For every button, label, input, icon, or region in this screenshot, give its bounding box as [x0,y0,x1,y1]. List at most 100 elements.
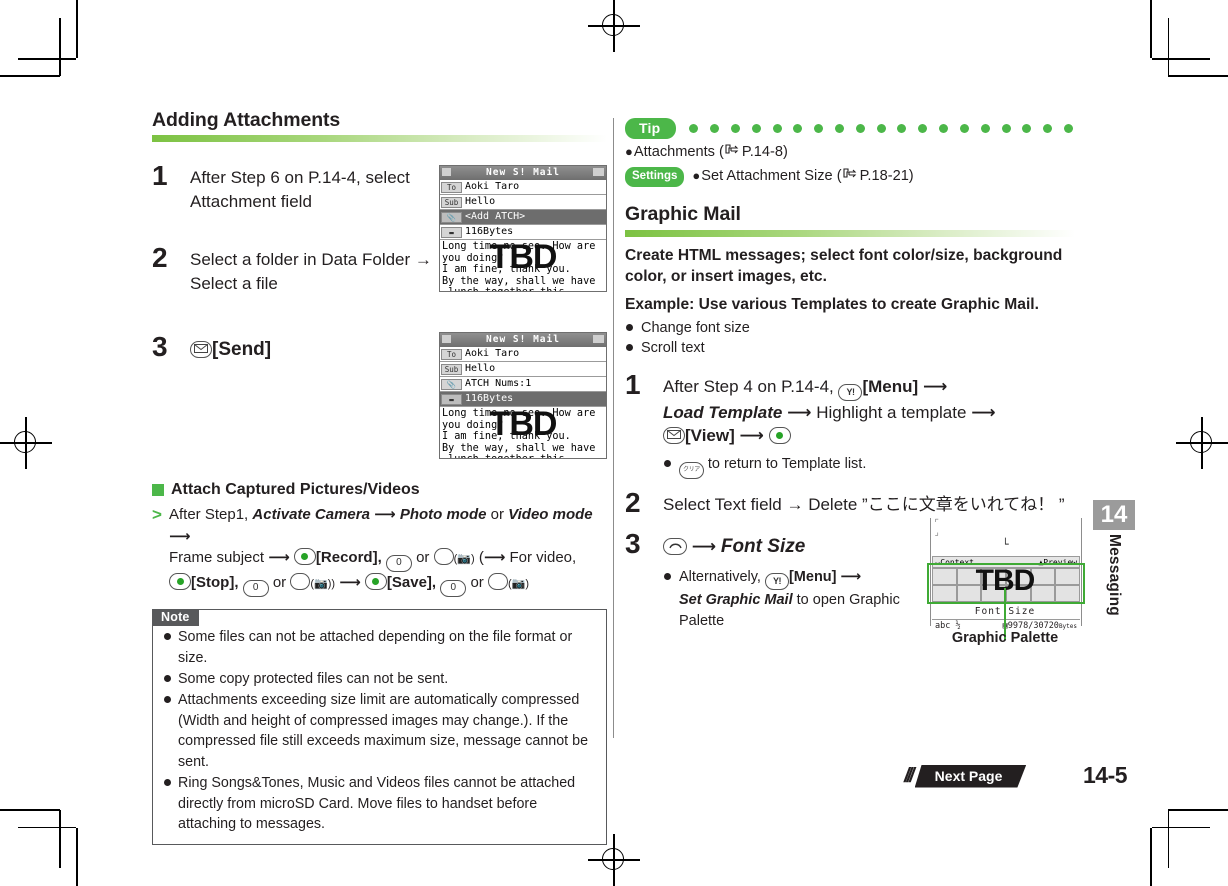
chapter-label: Messaging [1106,534,1123,616]
field-tag: Sub [441,363,462,375]
tip-text: Attachments ( [633,144,724,160]
bullet-icon: ● [692,168,701,184]
crop-mark-top-right-v [1150,0,1152,58]
note-item: Some copy protected files can not be sen… [163,669,596,689]
phone-field-subject: Sub Hello [440,362,606,377]
call-key-icon [663,538,687,556]
center-key-icon [169,573,191,591]
battery-icon [593,335,604,343]
note-item: Some files can not be attached depending… [163,627,596,668]
alt-prefix: Alternatively, [679,569,761,586]
step-number: 3 [625,528,641,560]
proc-or-2: or [416,549,430,567]
column-divider [613,118,614,738]
step-number: 2 [152,242,168,274]
step-number: 2 [625,486,641,518]
step-number: 1 [625,368,641,400]
note-text: to return to Template list. [707,455,867,472]
tip-band: Tip [625,118,1075,139]
camera-icon: (📷)) [310,578,336,591]
phone-field-attachment[interactable]: 📎 <Add ATCH> [440,210,606,225]
field-tag: To [441,348,462,360]
bullet-icon: ● [625,144,633,159]
green-square-icon [152,484,164,497]
crop-mark-bottom-right-v [1150,828,1152,886]
phone-titlebar: New S! Mail [440,166,606,180]
arrow-icon: ⟶ [840,569,862,586]
side-key-icon [433,548,454,566]
section-rule [625,229,1075,237]
proc-video-mode: Video mode [508,506,593,524]
registration-mark-bottom [588,834,640,886]
subsection-procedure: > After Step1, Activate Camera ⟶ Photo m… [152,504,607,598]
crop-mark-top-right-v2 [1167,18,1169,76]
bullet-item: Change font size [625,318,1075,339]
phone-field-size: ▬ 116Bytes [440,225,606,240]
field-value: Aoki Taro [465,348,520,359]
manual-page: Adding Attachments 1 After Step 6 on P.1… [0,0,1228,886]
graphic-palette-caption: Graphic Palette [951,630,1059,646]
side-key-icon [487,573,508,591]
phone-message-body: Long time no see. How are you doing? I a… [442,241,596,291]
section-heading-adding-attachments: Adding Attachments [152,109,341,131]
graphic-mail-lead-1: Create HTML messages; select font color/… [625,246,1063,285]
envelope-key-icon [190,341,212,359]
section-rule [152,135,607,143]
proc-activate-camera: Activate Camera [252,506,370,524]
load-template-label: Load Template [663,402,783,422]
crop-mark-top-left-v2 [59,18,61,76]
zero-key-icon: 0 [440,580,467,598]
mail-status-icon [442,335,451,343]
crop-mark-top-right-h [1168,75,1228,77]
reference-hand-icon [843,166,859,187]
crop-mark-top-left-h [0,75,60,77]
section-heading-graphic-mail: Graphic Mail [625,203,741,226]
note-item: Ring Songs&Tones, Music and Videos files… [163,773,596,834]
proc-for-video: For video, [509,549,577,567]
font-size-label: Font Size [720,536,806,558]
tip-ref: P.18-21) [859,168,914,185]
step-text: After Step 6 on P.14-4, select Attachmen… [190,168,410,211]
crop-mark-top-left-h2 [18,58,76,60]
arrow-icon: ⟶ [339,574,361,592]
field-value: Hello [465,363,496,374]
arrow-icon: ⟶ [971,402,996,422]
proc-or-3: or [272,574,287,592]
phone-titlebar: New S! Mail [440,333,606,347]
palette-highlight-box [927,563,1085,604]
set-graphic-mail-label: Set Graphic Mail [679,592,793,609]
phone-field-size[interactable]: ▬ 116Bytes [440,392,606,407]
step-text-2: Highlight a template [816,402,967,422]
graphic-step-2: 2 Select Text field → Delete ”ここに文章をいれてね… [625,488,1075,516]
camera-icon: (📷) [507,578,529,591]
field-value: Aoki Taro [465,181,520,192]
next-page-footer: /// Next Page [904,764,1026,787]
arrow-icon: ⟶ [169,527,191,545]
phone-title-label: New S! Mail [486,334,560,345]
phone-message-body: Long time no see. How are you doing? I a… [442,408,596,458]
arrow-icon: ⟶ [922,376,948,396]
tip-badge: Tip [625,118,677,139]
phone-screenshot-new-mail-add-attachment: New S! Mail To Aoki Taro Sub Hello 📎 <Ad… [439,165,607,292]
tip-dot-rule [689,124,1075,133]
step-text: After Step 4 on P.14-4, [663,376,834,396]
phone-field-attachment: 📎 ATCH Nums:1 [440,377,606,392]
crop-mark-bottom-left-v [76,828,78,886]
graphic-step-1: 1 After Step 4 on P.14-4, Y! [Menu] ⟶ Loa… [625,370,1075,479]
arrow-icon: ⟶ [691,537,717,557]
yahoo-key-icon: Y! [764,573,789,591]
graphic-mail-lead-2: Example: Use various Templates to create… [625,295,1039,313]
tip-ref: P.14-8) [741,144,788,160]
phone-title-label: New S! Mail [486,167,560,178]
settings-badge: Settings [625,167,685,188]
crop-mark-bottom-right-h2 [1152,826,1210,828]
subsection-heading-attach-captured: Attach Captured Pictures/Videos [152,481,607,499]
registration-mark-right [1176,417,1228,469]
bullet-item: Scroll text [625,338,1075,359]
palette-text-cursor-icon: └ [1002,538,1009,551]
step-text: Select a folder in Data Folder → Select … [190,250,432,293]
field-tag: To [441,181,462,193]
paperclip-icon: 📎 [441,211,462,223]
center-key-icon [768,427,791,445]
note-tag: Note [152,609,199,627]
